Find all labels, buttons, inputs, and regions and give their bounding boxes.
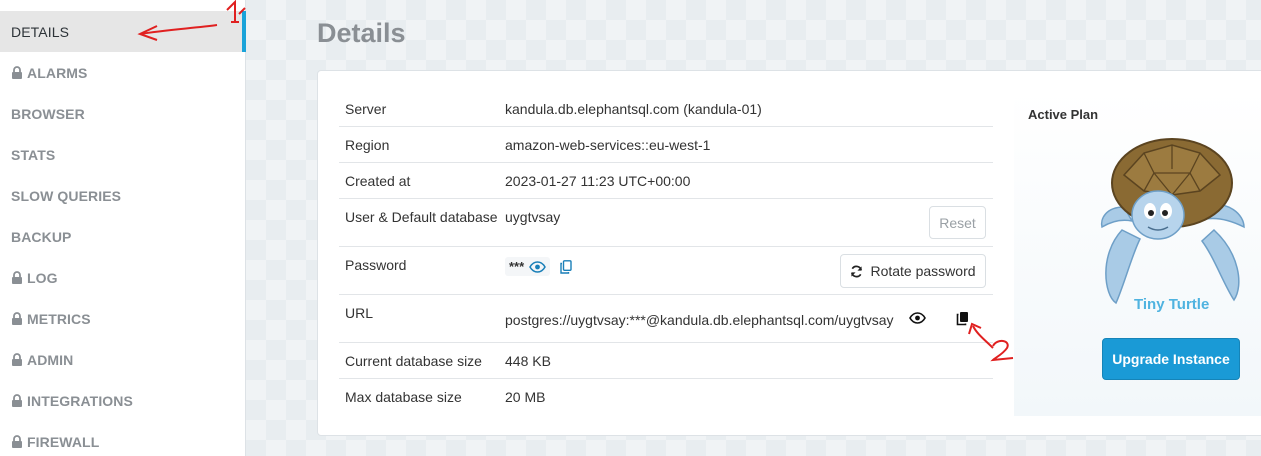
plan-name: Tiny Turtle [1134, 296, 1210, 313]
password-box: *** [505, 257, 551, 276]
table-row-created: Created at 2023-01-27 11:23 UTC+00:00 [339, 163, 993, 199]
user-value: uygtvsay [505, 209, 561, 225]
upgrade-instance-button[interactable]: Upgrade Instance [1102, 338, 1240, 380]
rotate-password-label: Rotate password [870, 263, 976, 279]
sidebar-item-log[interactable]: LOG [0, 257, 245, 298]
sidebar-item-label: ALARMS [27, 64, 88, 81]
turtle-logo [1100, 138, 1245, 305]
sidebar-item-backup[interactable]: BACKUP [0, 216, 245, 257]
region-value: amazon-web-services::eu-west-1 [505, 136, 711, 153]
eye-icon[interactable] [909, 312, 926, 324]
sidebar-item-stats[interactable]: STATS [0, 134, 245, 175]
lock-icon [11, 66, 23, 79]
password-masked: *** [509, 259, 525, 274]
row-label: Password [345, 257, 407, 273]
sidebar-item-firewall[interactable]: FIREWALL [0, 421, 245, 456]
sidebar-item-browser[interactable]: BROWSER [0, 93, 245, 134]
sidebar-item-label: BACKUP [11, 228, 72, 245]
sidebar-item-admin[interactable]: ADMIN [0, 339, 245, 380]
table-row-max-size: Max database size 20 MB [339, 379, 993, 415]
row-label: Current database size [345, 352, 482, 369]
sidebar-item-details[interactable]: DETAILS [0, 11, 246, 52]
row-label: User & Default database [345, 209, 498, 225]
copy-icon[interactable] [956, 311, 969, 326]
reset-button[interactable]: Reset [929, 206, 986, 239]
rotate-password-button[interactable]: Rotate password [840, 254, 986, 288]
eye-icon[interactable] [529, 260, 547, 273]
sidebar-item-metrics[interactable]: METRICS [0, 298, 245, 339]
details-card: Server kandula.db.elephantsql.com (kandu… [317, 70, 1261, 436]
lock-icon [11, 271, 23, 284]
created-value: 2023-01-27 11:23 UTC+00:00 [505, 172, 691, 189]
lock-icon [11, 435, 23, 448]
row-label: URL [345, 305, 374, 321]
page-title: Details [317, 18, 406, 48]
table-row-password: Password *** Rotate password [339, 247, 993, 295]
sidebar-item-slow-queries[interactable]: SLOW QUERIES [0, 175, 245, 216]
table-row-url: URL postgres://uygtvsay:***@kandula.db.e… [339, 295, 993, 343]
lock-icon [11, 394, 23, 407]
sidebar-item-alarms[interactable]: ALARMS [0, 52, 245, 93]
table-row-region: Region amazon-web-services::eu-west-1 [339, 127, 993, 163]
row-label: Created at [345, 172, 411, 189]
copy-icon[interactable] [560, 259, 572, 274]
sidebar: DETAILS ALARMS BROWSER STATS SLOW QUERIE… [0, 0, 246, 456]
sidebar-item-label: LOG [27, 269, 58, 286]
row-label: Max database size [345, 389, 462, 405]
table-row-user: User & Default database uygtvsay Reset [339, 199, 993, 247]
server-value: kandula.db.elephantsql.com (kandula-01) [505, 100, 762, 117]
active-plan-title: Active Plan [1028, 107, 1099, 122]
active-plan-panel: Active Plan Tiny Turtle Upgrade Instance [1014, 91, 1261, 416]
table-row-current-size: Current database size 448 KB [339, 343, 993, 379]
sidebar-item-label: SLOW QUERIES [11, 187, 122, 204]
row-label: Server [345, 100, 387, 117]
sidebar-item-label: ADMIN [27, 351, 74, 368]
sidebar-item-label: INTEGRATIONS [27, 392, 133, 409]
lock-icon [11, 312, 23, 325]
sidebar-item-label: BROWSER [11, 105, 85, 122]
max-size-value: 20 MB [505, 389, 546, 405]
sidebar-item-label: METRICS [27, 310, 91, 327]
sidebar-item-integrations[interactable]: INTEGRATIONS [0, 380, 245, 421]
sidebar-item-label: STATS [11, 146, 56, 163]
details-table: Server kandula.db.elephantsql.com (kandu… [339, 91, 993, 415]
lock-icon [11, 353, 23, 366]
current-size-value: 448 KB [505, 352, 551, 369]
refresh-icon [851, 265, 863, 277]
table-row-server: Server kandula.db.elephantsql.com (kandu… [339, 91, 993, 127]
sidebar-item-label: FIREWALL [27, 433, 100, 450]
sidebar-item-label: DETAILS [11, 23, 70, 40]
row-label: Region [345, 136, 390, 153]
